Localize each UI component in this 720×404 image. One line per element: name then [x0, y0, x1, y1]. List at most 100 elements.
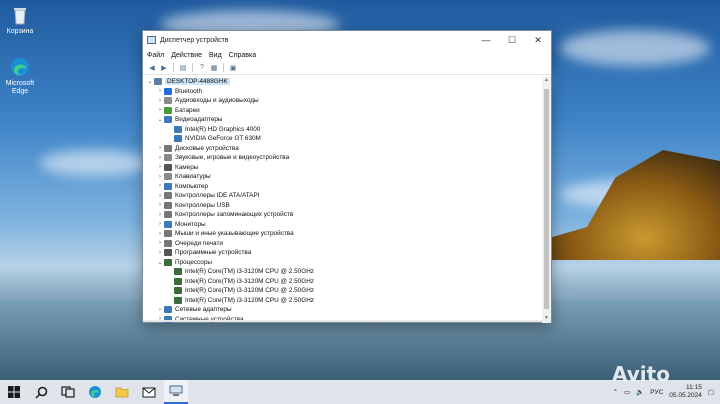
tree-node-label: Контроллеры IDE ATA/ATAPI — [175, 192, 260, 200]
tree-category-node[interactable]: › Контроллеры USB — [143, 201, 543, 211]
tree-category-node[interactable]: › Камеры — [143, 163, 543, 173]
collapse-arrow-icon[interactable]: ⌄ — [146, 78, 154, 85]
expand-arrow-icon[interactable]: › — [156, 164, 164, 170]
tree-node-label: Контроллеры USB — [175, 201, 230, 209]
tree-category-node[interactable]: › Звуковые, игровые и видеоустройства — [143, 153, 543, 163]
cpu-icon — [174, 287, 182, 295]
tree-category-node[interactable]: › Контроллеры IDE ATA/ATAPI — [143, 191, 543, 201]
computer-icon — [154, 78, 162, 86]
cpu-icon — [174, 277, 182, 285]
recycle-bin-icon — [9, 4, 31, 26]
tree-category-node[interactable]: › Мыши и иные указывающие устройства — [143, 229, 543, 239]
network-icon — [164, 306, 172, 314]
expand-arrow-icon[interactable]: › — [156, 193, 164, 199]
expand-arrow-icon[interactable]: › — [156, 221, 164, 227]
menu-file[interactable]: Файл — [147, 52, 164, 59]
chevron-up-icon[interactable]: ⌃ — [613, 388, 618, 396]
tree-category-node[interactable]: › Очереди печати — [143, 239, 543, 249]
monitor-icon — [164, 182, 172, 190]
tree-category-node[interactable]: › Сетевые адаптеры — [143, 305, 543, 315]
tree-device-node[interactable]: NVIDIA GeForce GT 630M — [143, 134, 543, 144]
view-icon[interactable]: ▦ — [209, 63, 219, 73]
tree-device-node[interactable]: Intel(R) Core(TM) i3-3120M CPU @ 2.50GHz — [143, 296, 543, 306]
menu-action[interactable]: Действие — [171, 52, 202, 59]
maximize-button[interactable]: ☐ — [499, 31, 525, 49]
search-button[interactable] — [29, 380, 53, 404]
file-explorer-button[interactable] — [110, 380, 134, 404]
notification-icon[interactable]: ▢ — [708, 388, 714, 396]
tree-device-node[interactable]: Intel(R) HD Graphics 4000 — [143, 125, 543, 135]
network-icon[interactable]: ▭ — [624, 388, 630, 396]
scan-hardware-icon[interactable]: ▣ — [228, 63, 238, 73]
avito-watermark: Avito — [612, 362, 670, 386]
tree-category-node[interactable]: › Батареи — [143, 106, 543, 116]
tree-node-label: Сетевые адаптеры — [175, 306, 232, 314]
search-icon — [34, 386, 47, 399]
title-bar[interactable]: Диспетчер устройств — ☐ ✕ — [143, 31, 551, 49]
expand-arrow-icon[interactable]: › — [156, 202, 164, 208]
properties-icon[interactable]: ▤ — [178, 63, 188, 73]
edge-desktop-icon[interactable]: Microsoft Edge — [0, 56, 40, 96]
menu-view[interactable]: Вид — [209, 52, 222, 59]
device-manager-taskbar-button[interactable] — [164, 380, 188, 404]
vertical-scrollbar[interactable]: ▲ ▼ — [542, 77, 551, 323]
tree-category-node[interactable]: › Программные устройства — [143, 248, 543, 258]
expand-arrow-icon[interactable]: › — [156, 88, 164, 94]
clock-time: 11:15 — [686, 384, 702, 391]
tree-category-node[interactable]: › Компьютер — [143, 182, 543, 192]
scroll-down-icon[interactable]: ▼ — [542, 315, 551, 323]
forward-arrow-icon[interactable]: ▶ — [159, 63, 169, 73]
tree-device-node[interactable]: Intel(R) Core(TM) i3-3120M CPU @ 2.50GHz — [143, 286, 543, 296]
cpu-icon — [174, 268, 182, 276]
tree-node-label: Контроллеры запоминающих устройств — [175, 211, 294, 219]
tree-device-node[interactable]: Intel(R) Core(TM) i3-3120M CPU @ 2.50GHz — [143, 277, 543, 287]
printer-icon — [164, 239, 172, 247]
volume-icon[interactable]: 🔈 — [636, 388, 644, 396]
tree-device-node[interactable]: Intel(R) Core(TM) i3-3120M CPU @ 2.50GHz — [143, 267, 543, 277]
folder-icon — [115, 387, 129, 398]
clock[interactable]: 11:15 05.05.2024 — [669, 384, 702, 400]
language-indicator[interactable]: РУС — [650, 389, 663, 396]
task-view-button[interactable] — [56, 380, 80, 404]
tree-category-node[interactable]: ⌄ Процессоры — [143, 258, 543, 268]
device-manager-window[interactable]: Диспетчер устройств — ☐ ✕ Файл Действие … — [142, 30, 552, 323]
tree-root-node[interactable]: ⌄ DESKTOP-4488GHK — [143, 77, 543, 87]
tree-category-node[interactable]: › Дисковые устройства — [143, 144, 543, 154]
help-icon[interactable]: ? — [197, 63, 207, 73]
collapse-arrow-icon[interactable]: ⌄ — [156, 116, 164, 123]
tree-category-node[interactable]: › Мониторы — [143, 220, 543, 230]
scroll-up-icon[interactable]: ▲ — [542, 77, 551, 85]
speaker-icon — [164, 97, 172, 105]
expand-arrow-icon[interactable]: › — [156, 307, 164, 313]
close-button[interactable]: ✕ — [525, 31, 551, 49]
tree-category-node[interactable]: › Контроллеры запоминающих устройств — [143, 210, 543, 220]
expand-arrow-icon[interactable]: › — [156, 145, 164, 151]
bluetooth-icon — [164, 87, 172, 95]
display-adapter-icon — [174, 125, 182, 133]
tree-category-node[interactable]: › Клавиатуры — [143, 172, 543, 182]
expand-arrow-icon[interactable]: › — [156, 107, 164, 113]
expand-arrow-icon[interactable]: › — [156, 155, 164, 161]
speaker-icon — [164, 154, 172, 162]
mail-button[interactable] — [137, 380, 161, 404]
expand-arrow-icon[interactable]: › — [156, 183, 164, 189]
tree-node-label: DESKTOP-4488GHK — [165, 78, 230, 86]
expand-arrow-icon[interactable]: › — [156, 231, 164, 237]
expand-arrow-icon[interactable]: › — [156, 212, 164, 218]
back-arrow-icon[interactable]: ◀ — [147, 63, 157, 73]
clock-date: 05.05.2024 — [669, 392, 702, 399]
edge-taskbar-button[interactable] — [83, 380, 107, 404]
tree-category-node[interactable]: › Аудиовходы и аудиовыходы — [143, 96, 543, 106]
expand-arrow-icon[interactable]: › — [156, 98, 164, 104]
recycle-bin-desktop-icon[interactable]: Корзина — [0, 4, 40, 36]
tree-category-node[interactable]: › Bluetooth — [143, 87, 543, 97]
expand-arrow-icon[interactable]: › — [156, 250, 164, 256]
start-button[interactable] — [2, 380, 26, 404]
tree-category-node[interactable]: ⌄ Видеоадаптеры — [143, 115, 543, 125]
collapse-arrow-icon[interactable]: ⌄ — [156, 259, 164, 266]
expand-arrow-icon[interactable]: › — [156, 174, 164, 180]
scrollbar-thumb[interactable] — [544, 89, 549, 309]
expand-arrow-icon[interactable]: › — [156, 240, 164, 246]
menu-help[interactable]: Справка — [229, 52, 256, 59]
minimize-button[interactable]: — — [473, 31, 499, 49]
